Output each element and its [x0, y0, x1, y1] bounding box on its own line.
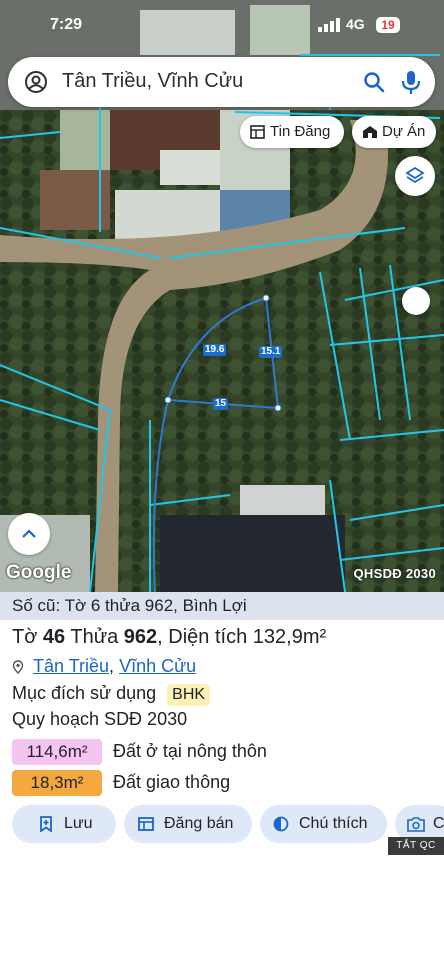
contrast-icon: [273, 816, 289, 832]
commune-link[interactable]: Tân Triều: [33, 656, 109, 676]
camera-add-icon: [407, 817, 425, 832]
parcel-title: Tờ 46 Thửa 962, Diện tích 132,9m²: [12, 626, 327, 648]
location-dot[interactable]: [402, 287, 430, 315]
sheet-number: 46: [42, 626, 66, 648]
search-input[interactable]: Tân Triều, Vĩnh Cửu: [62, 70, 243, 93]
plot-edge-label: 19.6: [203, 344, 227, 356]
layers-button[interactable]: [395, 156, 435, 196]
land-use-purpose: Mục đích sử dụng BHK: [12, 683, 211, 706]
purpose-code-badge: BHK: [167, 684, 211, 706]
zone-area-swatch: 114,6m²: [12, 739, 102, 765]
area-label: Diện tích: [168, 626, 248, 648]
button-label: Đăng bán: [164, 815, 234, 832]
hide-ads-tag[interactable]: TẮT QC: [388, 837, 444, 855]
account-icon[interactable]: [24, 70, 48, 94]
plot-label: Thửa: [70, 626, 119, 648]
zone-label: Đất ở tại nông thôn: [113, 741, 267, 761]
location-pin-icon: [12, 660, 24, 674]
legend-button[interactable]: Chú thích: [260, 805, 387, 843]
area-value: 132,9m²: [252, 626, 327, 648]
map-layer-label: QHSDĐ 2030: [353, 566, 436, 581]
zone-row: 18,3m² Đất giao thông: [12, 770, 230, 796]
search-icon[interactable]: [362, 70, 386, 94]
zone-area-swatch: 18,3m²: [12, 770, 102, 796]
microphone-icon[interactable]: [400, 69, 422, 95]
battery-level: 19: [376, 17, 400, 33]
district-link[interactable]: Vĩnh Cửu: [119, 656, 196, 676]
layers-icon: [405, 166, 425, 184]
plot-number: 962: [123, 626, 158, 648]
project-chip[interactable]: Dự Án: [352, 116, 436, 148]
zone-label: Đất giao thông: [113, 772, 231, 792]
signal-icon: [318, 18, 340, 32]
building-icon: [363, 126, 377, 138]
listing-icon: [138, 817, 154, 831]
old-parcel-number: Số cũ: Tờ 6 thửa 962, Bình Lợi: [0, 592, 444, 620]
sheet-label: Tờ: [12, 626, 38, 648]
post-sale-button[interactable]: Đăng bán: [124, 805, 252, 843]
network-type: 4G: [346, 16, 365, 32]
chip-label: Tin Đăng: [270, 123, 331, 140]
map-view[interactable]: 19.6 15.1 15 7:29 4G 19 Tân Triều, Vĩnh …: [0, 0, 444, 592]
expand-up-button[interactable]: [8, 513, 50, 555]
plot-edge-label: 15: [213, 398, 229, 410]
save-button[interactable]: Lưu: [12, 805, 116, 843]
chip-label: Dự Án: [382, 123, 426, 140]
plan-label: Quy hoạch SDĐ 2030: [12, 709, 188, 729]
search-bar[interactable]: Tân Triều, Vĩnh Cửu: [8, 57, 435, 107]
button-label: Lưu: [64, 815, 93, 832]
status-time: 7:29: [50, 16, 83, 33]
purpose-label: Mục đích sử dụng: [12, 683, 157, 703]
status-bar: 7:29 4G 19: [0, 14, 444, 40]
chevron-up-icon: [22, 529, 36, 538]
button-label: Chú thích: [299, 815, 368, 832]
zone-row: 114,6m² Đất ở tại nông thôn: [12, 739, 267, 765]
google-logo: Google: [6, 562, 72, 583]
bookmark-add-icon: [40, 816, 52, 832]
parcel-info-sheet: Số cũ: Tờ 6 thửa 962, Bình Lợi Tờ 46 Thử…: [0, 592, 444, 960]
plot-edge-label: 15.1: [259, 346, 283, 358]
listing-icon: [250, 125, 265, 139]
listing-chip[interactable]: Tin Đăng: [240, 116, 344, 148]
